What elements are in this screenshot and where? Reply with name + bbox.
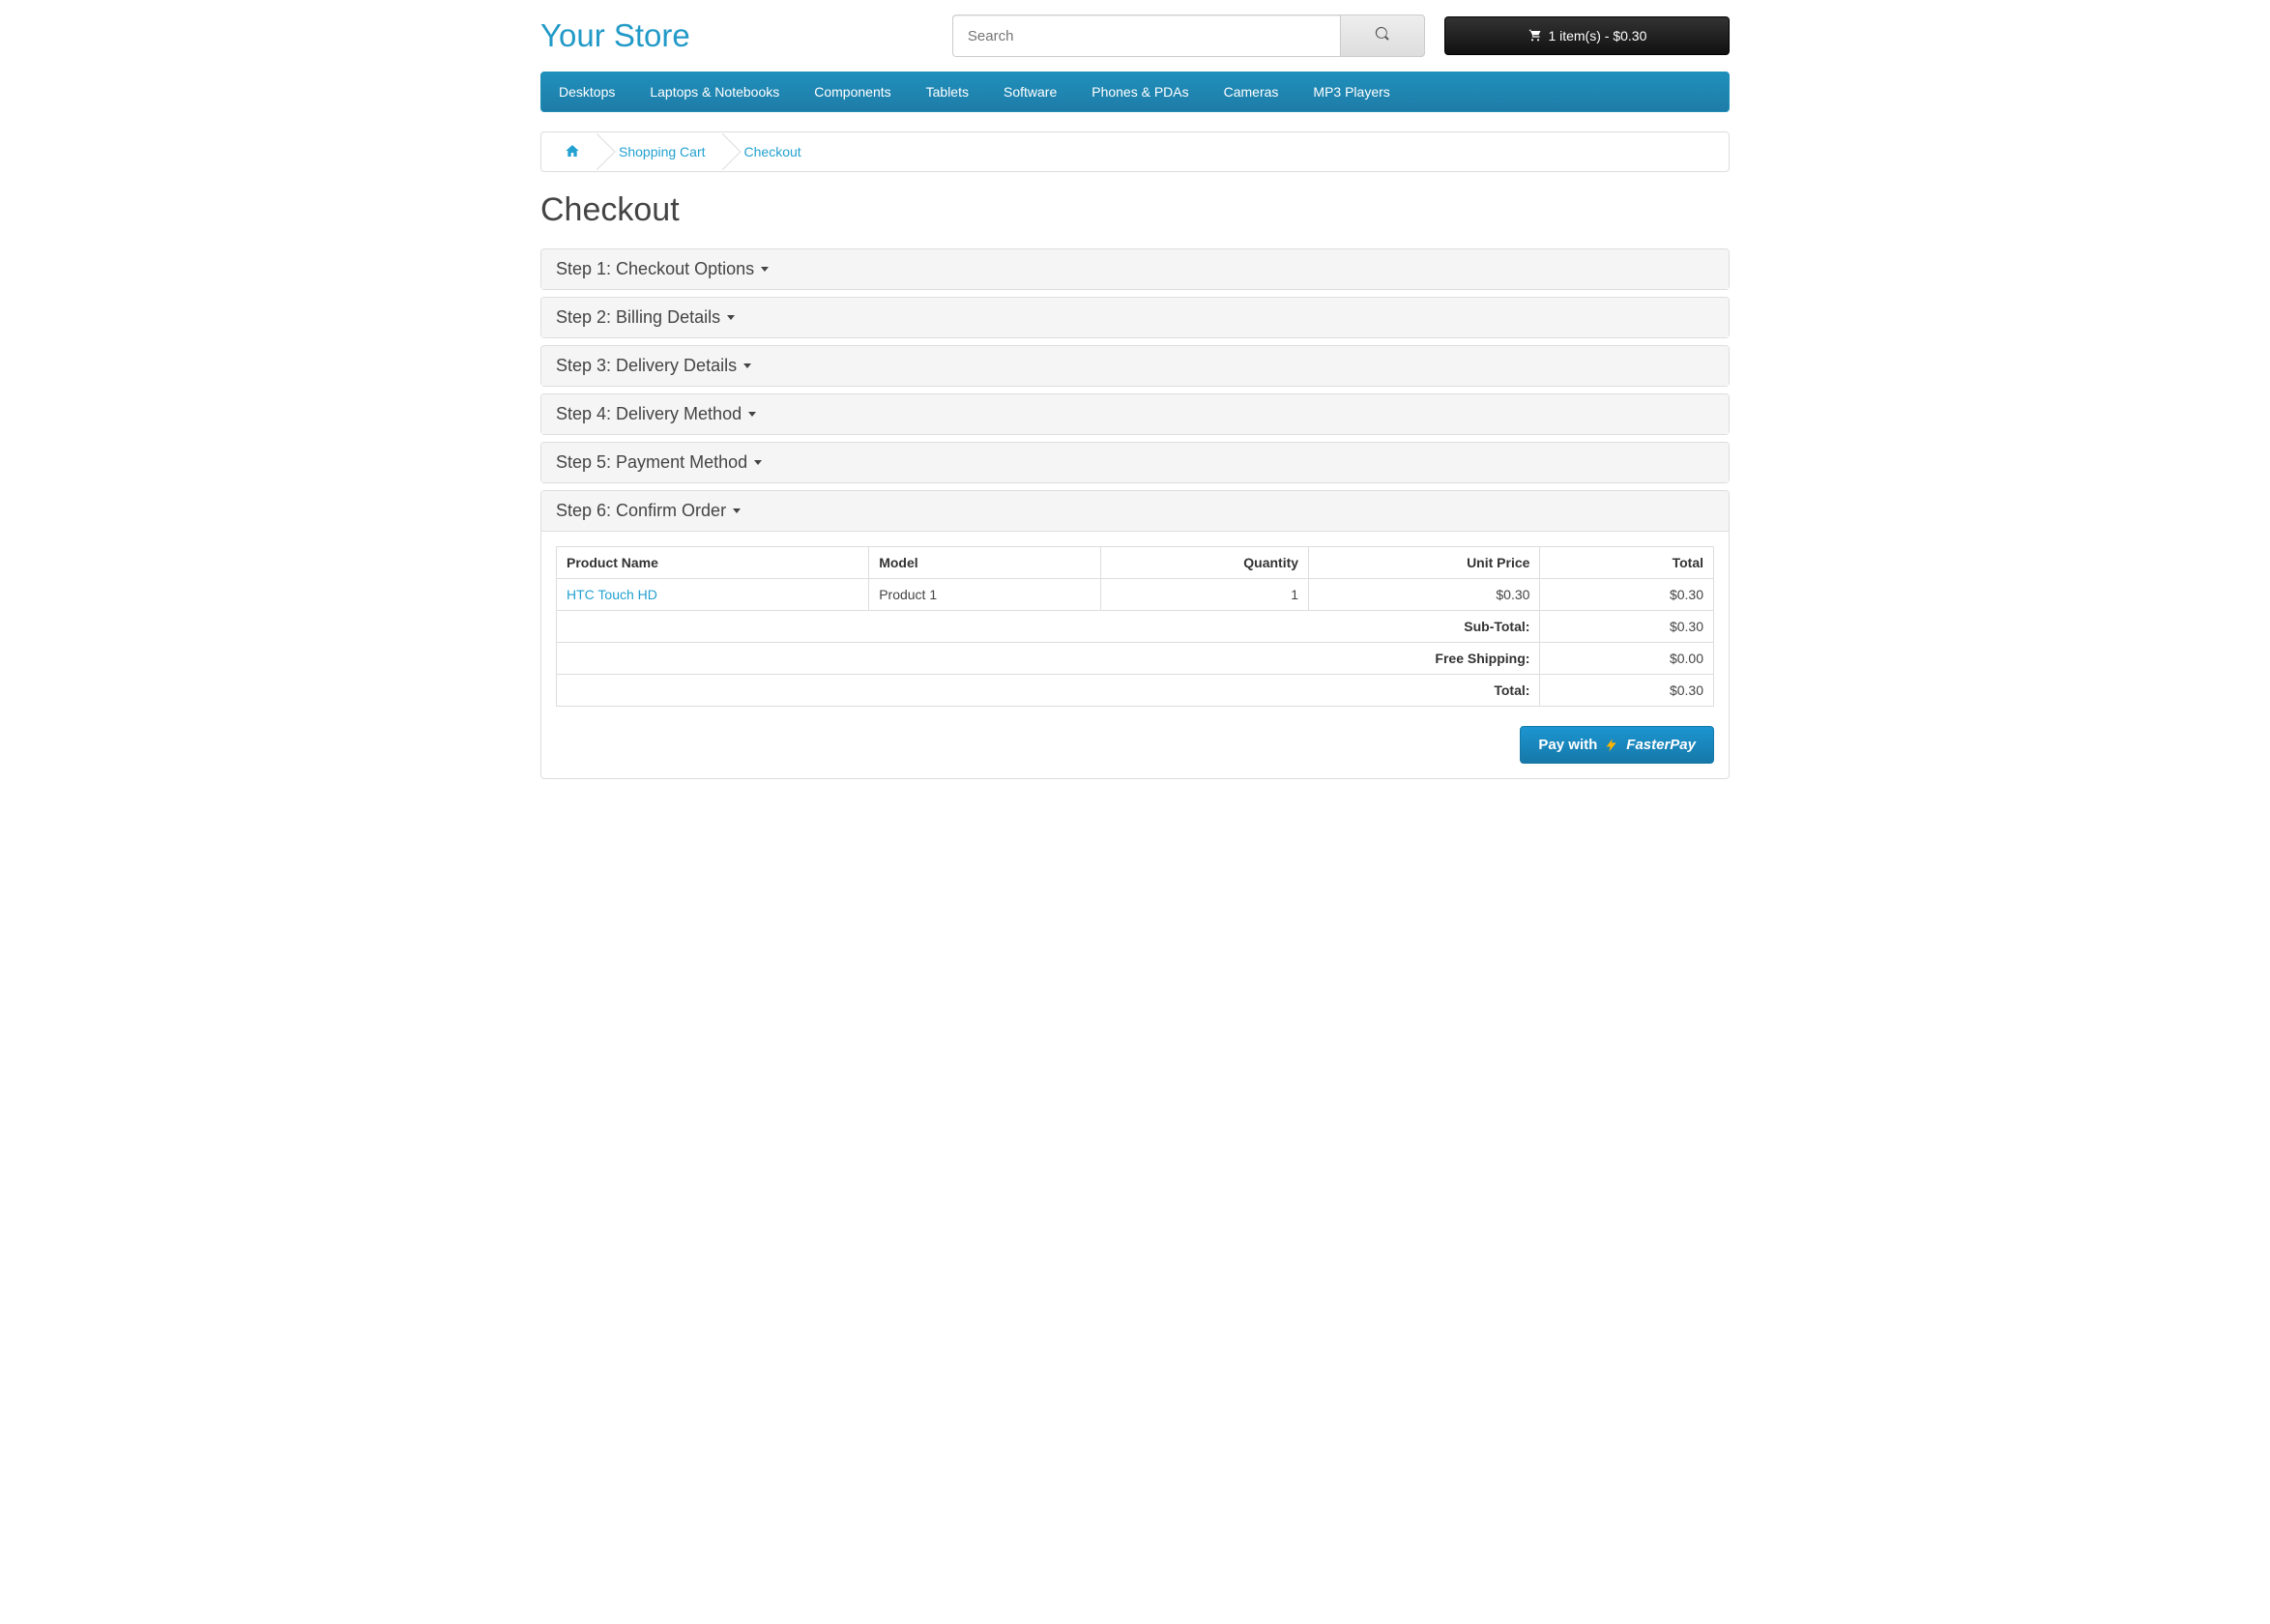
cell-quantity: 1: [1100, 579, 1308, 611]
summary-label: Sub-Total:: [557, 611, 1540, 643]
bolt-icon: [1604, 738, 1619, 753]
nav-software[interactable]: Software: [986, 72, 1074, 111]
col-total: Total: [1540, 547, 1714, 579]
search-button[interactable]: [1340, 14, 1425, 57]
pay-button[interactable]: Pay with FasterPay: [1520, 726, 1714, 764]
col-model: Model: [869, 547, 1100, 579]
step-5-header[interactable]: Step 5: Payment Method: [541, 443, 1729, 482]
cell-model: Product 1: [869, 579, 1100, 611]
breadcrumb-home[interactable]: [541, 132, 599, 171]
breadcrumb-cart[interactable]: Shopping Cart: [599, 132, 725, 171]
caret-down-icon: [733, 508, 741, 513]
nav-laptops[interactable]: Laptops & Notebooks: [632, 72, 797, 111]
step-1-label: Step 1: Checkout Options: [556, 259, 754, 279]
home-icon: [565, 143, 580, 161]
search-input[interactable]: [952, 14, 1340, 57]
nav-mp3[interactable]: MP3 Players: [1295, 72, 1407, 111]
cart-label: 1 item(s) - $0.30: [1548, 28, 1646, 44]
product-link[interactable]: HTC Touch HD: [567, 587, 657, 602]
nav-components[interactable]: Components: [797, 72, 908, 111]
step-5-label: Step 5: Payment Method: [556, 452, 747, 473]
page-title: Checkout: [540, 191, 1730, 229]
step-2-label: Step 2: Billing Details: [556, 307, 720, 328]
caret-down-icon: [754, 460, 762, 465]
table-row: HTC Touch HD Product 1 1 $0.30 $0.30: [557, 579, 1714, 611]
step-3-label: Step 3: Delivery Details: [556, 356, 737, 376]
col-product-name: Product Name: [557, 547, 869, 579]
caret-down-icon: [761, 267, 769, 272]
store-logo[interactable]: Your Store: [540, 17, 933, 54]
step-1-header[interactable]: Step 1: Checkout Options: [541, 249, 1729, 289]
step-3-header[interactable]: Step 3: Delivery Details: [541, 346, 1729, 386]
pay-brand: FasterPay: [1626, 737, 1696, 753]
main-nav: Desktops Laptops & Notebooks Components …: [540, 72, 1730, 112]
breadcrumb: Shopping Cart Checkout: [540, 131, 1730, 172]
col-unit-price: Unit Price: [1309, 547, 1540, 579]
nav-phones[interactable]: Phones & PDAs: [1074, 72, 1206, 111]
caret-down-icon: [727, 315, 735, 320]
step-2-header[interactable]: Step 2: Billing Details: [541, 298, 1729, 337]
cart-button[interactable]: 1 item(s) - $0.30: [1444, 16, 1730, 55]
caret-down-icon: [743, 363, 751, 368]
summary-value: $0.30: [1540, 675, 1714, 707]
nav-cameras[interactable]: Cameras: [1207, 72, 1296, 111]
summary-label: Total:: [557, 675, 1540, 707]
order-table: Product Name Model Quantity Unit Price T…: [556, 546, 1714, 707]
pay-prefix: Pay with: [1538, 737, 1597, 753]
nav-desktops[interactable]: Desktops: [541, 72, 632, 111]
col-quantity: Quantity: [1100, 547, 1308, 579]
search-icon: [1375, 29, 1390, 45]
nav-tablets[interactable]: Tablets: [909, 72, 986, 111]
step-6-header[interactable]: Step 6: Confirm Order: [541, 491, 1729, 531]
cart-icon: [1527, 27, 1542, 45]
step-6-label: Step 6: Confirm Order: [556, 501, 726, 521]
step-4-label: Step 4: Delivery Method: [556, 404, 742, 424]
cell-unit-price: $0.30: [1309, 579, 1540, 611]
summary-value: $0.30: [1540, 611, 1714, 643]
summary-value: $0.00: [1540, 643, 1714, 675]
caret-down-icon: [748, 412, 756, 417]
cell-total: $0.30: [1540, 579, 1714, 611]
step-4-header[interactable]: Step 4: Delivery Method: [541, 394, 1729, 434]
summary-label: Free Shipping:: [557, 643, 1540, 675]
breadcrumb-checkout[interactable]: Checkout: [725, 132, 821, 171]
